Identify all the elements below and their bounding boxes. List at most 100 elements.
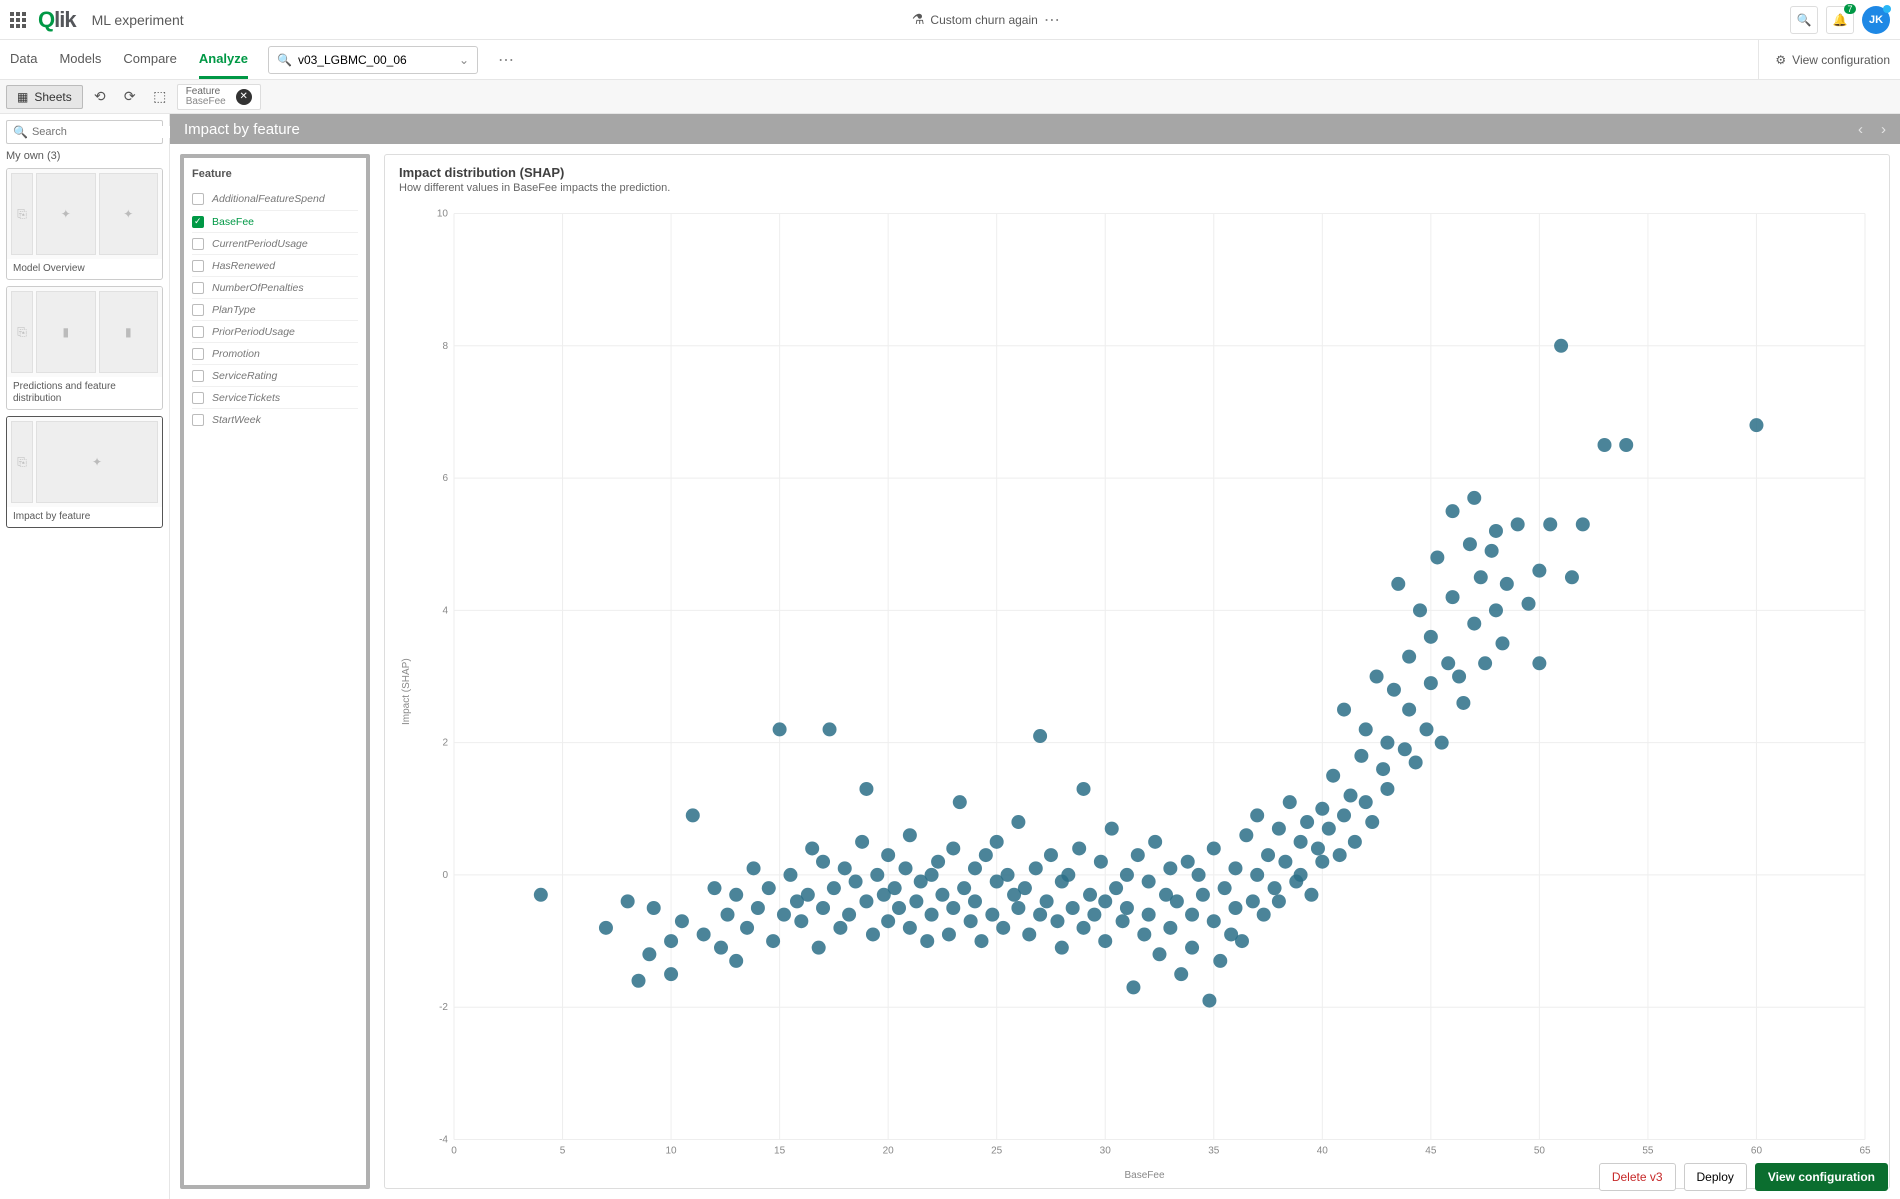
search-icon: 🔍: [1797, 13, 1812, 27]
svg-text:-4: -4: [439, 1135, 448, 1146]
feature-label: PriorPeriodUsage: [212, 326, 295, 338]
feature-row[interactable]: PlanType: [192, 298, 358, 320]
checkbox-icon: [192, 238, 204, 250]
scatter-plot[interactable]: 05101520253035404550556065-4-20246810: [414, 202, 1875, 1166]
filter-clear-icon[interactable]: ✕: [236, 89, 252, 105]
svg-text:8: 8: [442, 341, 448, 352]
deploy-button[interactable]: Deploy: [1684, 1163, 1747, 1191]
checkbox-icon: [192, 260, 204, 272]
chart-title: Impact distribution (SHAP): [399, 165, 1875, 180]
sheet-search-input[interactable]: [32, 126, 174, 138]
filter-title: Feature: [186, 87, 226, 97]
sliders-icon: ⚙: [1775, 53, 1786, 67]
svg-text:4: 4: [442, 605, 448, 616]
checkbox-icon: [192, 414, 204, 426]
feature-label: BaseFee: [212, 216, 254, 228]
flask-icon: ⚗: [912, 11, 925, 28]
svg-text:0: 0: [442, 870, 448, 881]
feature-row[interactable]: BaseFee: [192, 210, 358, 232]
filter-value: BaseFee: [186, 97, 226, 107]
svg-text:0: 0: [451, 1146, 457, 1157]
checkbox-icon: [192, 326, 204, 338]
filter-chip[interactable]: Feature BaseFee ✕: [177, 84, 261, 110]
next-sheet-icon[interactable]: ›: [1881, 121, 1886, 138]
feature-label: NumberOfPenalties: [212, 282, 304, 294]
sheet-label: Impact by feature: [7, 507, 162, 527]
feature-label: AdditionalFeatureSpend: [212, 193, 325, 205]
feature-row[interactable]: StartWeek: [192, 408, 358, 430]
tab-data[interactable]: Data: [10, 41, 37, 79]
svg-text:5: 5: [560, 1146, 566, 1157]
svg-text:6: 6: [442, 473, 448, 484]
app-launcher-icon[interactable]: [10, 12, 26, 28]
checkbox-icon: [192, 392, 204, 404]
tab-models[interactable]: Models: [59, 41, 101, 79]
svg-text:30: 30: [1100, 1146, 1112, 1157]
tab-compare[interactable]: Compare: [123, 41, 176, 79]
sheets-button[interactable]: ▦ Sheets: [6, 85, 83, 109]
notif-badge: 7: [1844, 4, 1856, 14]
prev-sheet-icon[interactable]: ‹: [1858, 121, 1863, 138]
feature-label: ServiceRating: [212, 370, 277, 382]
sheets-icon: ▦: [17, 90, 28, 104]
feature-row[interactable]: ServiceTickets: [192, 386, 358, 408]
search-button[interactable]: 🔍: [1790, 6, 1818, 34]
chart-subtitle: How different values in BaseFee impacts …: [399, 182, 1875, 194]
notifications-button[interactable]: 🔔 7: [1826, 6, 1854, 34]
feature-label: CurrentPeriodUsage: [212, 238, 308, 250]
qlik-logo: Qlik: [38, 7, 76, 33]
checkbox-icon: [192, 304, 204, 316]
view-config-label: View configuration: [1792, 53, 1890, 67]
feature-label: PlanType: [212, 304, 256, 316]
sheet-label: Model Overview: [7, 259, 162, 279]
feature-panel: Feature AdditionalFeatureSpend BaseFee Cur…: [180, 154, 370, 1189]
sheet-card[interactable]: ⎘✦Impact by feature: [6, 416, 163, 528]
svg-text:2: 2: [442, 738, 448, 749]
page-title: ML experiment: [92, 12, 184, 28]
svg-text:40: 40: [1317, 1146, 1329, 1157]
bell-icon: 🔔: [1833, 13, 1848, 27]
tab-analyze[interactable]: Analyze: [199, 41, 248, 79]
y-axis-label: Impact (SHAP): [399, 202, 414, 1181]
section-title: Impact by feature: [184, 121, 300, 138]
checkbox-icon: [192, 216, 204, 228]
more-icon[interactable]: ⋯: [1044, 10, 1062, 30]
feature-row[interactable]: AdditionalFeatureSpend: [192, 188, 358, 210]
sheet-search[interactable]: 🔍: [6, 120, 163, 144]
svg-text:-2: -2: [439, 1002, 448, 1013]
experiment-name: Custom churn again: [930, 13, 1037, 27]
search-icon: 🔍: [277, 53, 292, 67]
presence-dot: [1883, 5, 1891, 13]
selection-forward-icon[interactable]: ⟳: [117, 84, 143, 110]
selection-back-icon[interactable]: ⟲: [87, 84, 113, 110]
avatar[interactable]: JK: [1862, 6, 1890, 34]
model-search-input[interactable]: [298, 53, 453, 67]
feature-row[interactable]: CurrentPeriodUsage: [192, 232, 358, 254]
sheet-card[interactable]: ⎘▮▮Predictions and feature distribution: [6, 286, 163, 410]
feature-row[interactable]: NumberOfPenalties: [192, 276, 358, 298]
experiment-chip[interactable]: ⚗ Custom churn again: [912, 11, 1038, 28]
svg-text:35: 35: [1208, 1146, 1220, 1157]
sheet-label: Predictions and feature distribution: [7, 377, 162, 409]
feature-label: Promotion: [212, 348, 260, 360]
search-icon: 🔍: [13, 125, 28, 139]
selection-tool-icon[interactable]: ⬚: [147, 84, 173, 110]
delete-button[interactable]: Delete v3: [1599, 1163, 1676, 1191]
svg-text:25: 25: [991, 1146, 1003, 1157]
my-own-label: My own (3): [6, 150, 163, 162]
model-more-icon[interactable]: ⋯: [498, 50, 516, 70]
feature-row[interactable]: Promotion: [192, 342, 358, 364]
avatar-initials: JK: [1869, 14, 1883, 26]
view-config-button[interactable]: View configuration: [1755, 1163, 1888, 1191]
sheet-card[interactable]: ⎘✦✦Model Overview: [6, 168, 163, 280]
view-config-link[interactable]: ⚙ View configuration: [1758, 40, 1890, 79]
feature-row[interactable]: ServiceRating: [192, 364, 358, 386]
feature-label: StartWeek: [212, 414, 261, 426]
chart-card: Impact distribution (SHAP) How different…: [384, 154, 1890, 1189]
svg-text:20: 20: [883, 1146, 895, 1157]
feature-row[interactable]: PriorPeriodUsage: [192, 320, 358, 342]
chevron-down-icon: ⌄: [459, 53, 469, 67]
feature-row[interactable]: HasRenewed: [192, 254, 358, 276]
model-selector[interactable]: 🔍 ⌄: [268, 46, 478, 74]
feature-panel-title: Feature: [192, 168, 358, 180]
